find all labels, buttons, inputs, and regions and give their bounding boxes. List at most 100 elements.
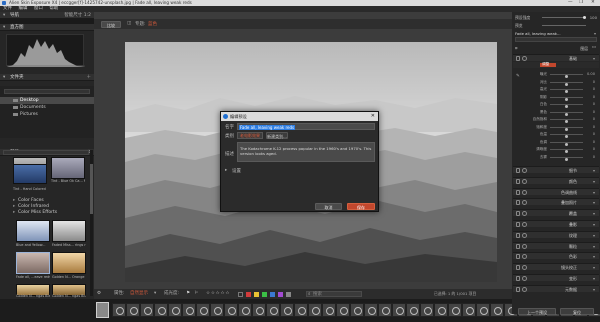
nav-zoom-options[interactable]: 智能尺寸 1:2 [64, 12, 91, 19]
filmstrip-thumb[interactable] [196, 303, 210, 317]
previous-preset-button[interactable]: 上一个预设 [518, 308, 556, 315]
reset-icon[interactable] [522, 222, 527, 227]
panel-menu-icon[interactable]: ▾ [593, 286, 595, 293]
filmstrip-thumb[interactable] [406, 303, 420, 317]
filmstrip-thumb[interactable] [322, 303, 336, 317]
filmstrip-thumb[interactable] [364, 303, 378, 317]
filmstrip-thumb[interactable] [238, 303, 252, 317]
preset-thumb[interactable] [52, 252, 86, 274]
slider-value[interactable]: 0.00 [585, 72, 595, 77]
slider-knob[interactable] [565, 82, 568, 86]
reset-icon[interactable] [522, 168, 527, 173]
view-split-icon[interactable]: ◫ [127, 21, 131, 26]
slider-knob[interactable] [565, 112, 568, 116]
folder-item-desktop[interactable]: Desktop [0, 97, 94, 104]
panel-header[interactable]: 色彩 ▾ [513, 252, 599, 260]
preset-menu-icon[interactable]: ▾ [594, 31, 596, 36]
folder-path-field[interactable] [4, 89, 90, 94]
histogram-header[interactable]: ▾ 直方图 [0, 24, 94, 31]
adjust-slider[interactable]: 色调 0 [525, 140, 595, 146]
slider-knob[interactable] [565, 75, 568, 78]
panel-menu-icon[interactable]: ▾ [593, 167, 595, 174]
slider-track[interactable] [550, 81, 583, 86]
eyedropper-icon[interactable]: ✎ [516, 74, 520, 79]
toggle-icon[interactable] [516, 178, 520, 184]
crop-icon[interactable]: ⌗ [515, 46, 518, 52]
preset-strength-slider[interactable] [542, 16, 586, 19]
filmstrip-thumb[interactable] [420, 303, 434, 317]
adjust-slider[interactable]: 白色 0 [525, 102, 595, 108]
reset-icon[interactable] [522, 286, 527, 292]
reset-icon[interactable] [522, 276, 527, 281]
color-label-swatch[interactable] [262, 292, 267, 297]
filmstrip-thumb[interactable] [182, 303, 196, 317]
adjust-slider[interactable]: 色温 0 [525, 132, 595, 138]
slider-value[interactable]: 0 [585, 155, 595, 160]
color-label-swatch[interactable] [254, 292, 259, 297]
filmstrip-thumb[interactable] [490, 303, 504, 317]
filmstrip-thumb[interactable] [168, 303, 182, 317]
cancel-button[interactable]: 取消 [315, 203, 342, 210]
preset-thumb[interactable] [16, 220, 50, 242]
filmstrip-search-input[interactable]: ⌕ 搜索 [306, 291, 362, 297]
toggle-icon[interactable] [516, 200, 520, 206]
panel-header[interactable]: 镜头校正 ▾ [513, 263, 599, 271]
panel-menu-icon[interactable]: ▾ [593, 243, 595, 250]
toggle-icon[interactable] [516, 168, 520, 173]
dialog-close-icon[interactable]: ✕ [371, 112, 375, 121]
panel-header[interactable]: 元数据 ▾ [513, 284, 599, 293]
filmstrip-thumb[interactable] [210, 303, 224, 317]
adjust-slider[interactable]: 黑色 0 [525, 110, 595, 116]
slider-knob[interactable] [565, 150, 568, 153]
slider-track[interactable] [550, 119, 583, 123]
preset-category[interactable]: Color Miss Efforts [10, 210, 90, 216]
reset-button[interactable]: 复位 [560, 308, 594, 315]
toggle-icon[interactable] [516, 243, 520, 249]
slider-knob[interactable] [565, 127, 568, 131]
star-rating[interactable]: ☆☆☆☆☆ [206, 289, 230, 299]
panel-menu-icon[interactable]: ▾ [593, 264, 595, 271]
toggle-icon[interactable] [516, 265, 520, 271]
slider-knob[interactable] [565, 157, 568, 161]
slider-track[interactable] [550, 134, 583, 138]
slider-track[interactable] [550, 111, 583, 116]
panel-menu-icon[interactable]: ▾ [593, 199, 595, 206]
toggle-icon[interactable] [516, 189, 520, 195]
slider-track[interactable] [550, 156, 583, 161]
flag-icon[interactable]: ⚑ [186, 289, 190, 299]
panel-header[interactable]: 色调曲线 ▾ [513, 187, 599, 196]
filmstrip-thumb[interactable] [308, 303, 322, 317]
preset-thumb[interactable] [52, 220, 86, 242]
filmstrip-thumb[interactable] [434, 303, 448, 317]
panel-header[interactable]: 叠影 ▾ [513, 220, 599, 227]
slider-value[interactable]: 0 [585, 102, 595, 107]
expand-chevron-icon[interactable]: ▸ [225, 168, 227, 173]
panel-menu-icon[interactable]: ▾ [593, 189, 595, 196]
preset-name-field[interactable] [515, 37, 597, 42]
panel-header[interactable]: 覆盖 ▾ [513, 209, 599, 217]
adjust-slider[interactable]: 对比 0 [525, 80, 595, 86]
filmstrip-thumb[interactable] [448, 303, 462, 317]
toggle-icon[interactable] [516, 211, 520, 217]
panel-basic[interactable]: 基础 ▾ [513, 54, 599, 61]
filmstrip-thumb[interactable] [476, 303, 490, 317]
slider-value[interactable]: 0 [585, 140, 595, 145]
preset-name-input[interactable]: Fade all, leaving weak reds [237, 123, 375, 130]
filmstrip-thumb[interactable] [140, 303, 154, 317]
preset-scrollbar[interactable] [90, 150, 93, 296]
folder-item-pictures[interactable]: Pictures [0, 111, 94, 118]
panel-header[interactable]: 颗粒 ▾ [513, 241, 599, 250]
adjust-slider[interactable]: 高光 0 [525, 87, 595, 93]
panel-menu-icon[interactable]: ▾ [593, 232, 595, 239]
panel-menu-icon[interactable]: ▾ [593, 221, 595, 228]
panel-header[interactable]: 叠加照片 ▾ [513, 198, 599, 206]
panel-header[interactable]: 纹理 ▾ [513, 230, 599, 239]
slider-track[interactable] [550, 96, 583, 101]
filmstrip-selected-thumb[interactable] [96, 302, 109, 318]
description-textarea[interactable]: The Kodachrome K-12 process popular in t… [237, 142, 375, 162]
filmstrip-thumb[interactable] [266, 303, 280, 317]
panel-menu-icon[interactable]: ▾ [593, 275, 595, 282]
slider-value[interactable]: 0 [585, 117, 595, 122]
slider-knob[interactable] [565, 105, 568, 108]
reset-icon[interactable] [522, 211, 527, 217]
